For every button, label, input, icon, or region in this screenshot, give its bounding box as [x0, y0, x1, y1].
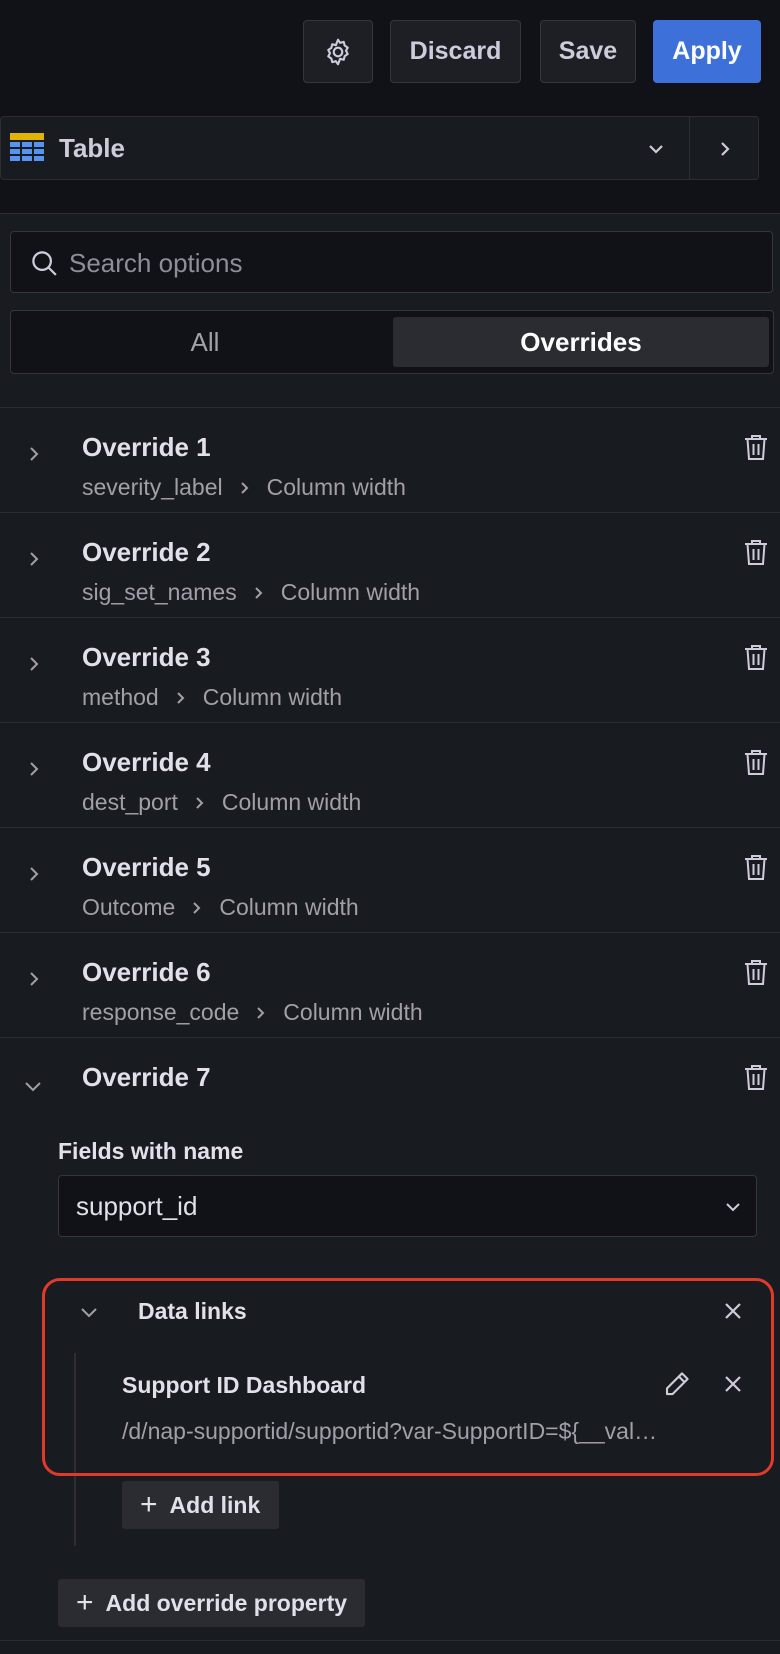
chevron-right-icon[interactable]	[26, 866, 42, 882]
add-override-property-button[interactable]: + Add override property	[58, 1579, 365, 1627]
visualization-picker[interactable]: Table	[0, 116, 759, 180]
trash-icon[interactable]	[744, 854, 768, 881]
override-summary: response_code Column width	[82, 999, 423, 1026]
field-name-value: support_id	[76, 1191, 198, 1221]
plus-icon: +	[140, 1488, 158, 1521]
settings-button[interactable]	[303, 20, 373, 83]
override-property: Column width	[202, 684, 343, 710]
gear-icon	[322, 36, 354, 68]
discard-button[interactable]: Discard	[390, 20, 521, 83]
matcher-label: Fields with name	[58, 1138, 244, 1164]
override-row[interactable]: Override 5 Outcome Column width	[0, 827, 780, 932]
override-summary: dest_port Column width	[82, 789, 361, 816]
override-row-expanded[interactable]: Override 7	[0, 1037, 780, 1142]
plus-icon: +	[76, 1586, 94, 1619]
chevron-right-icon[interactable]	[26, 551, 42, 567]
chevron-right-icon	[253, 586, 265, 600]
override-field: response_code	[82, 999, 240, 1025]
override-property: Column width	[221, 789, 362, 815]
add-override-property-label: Add override property	[105, 1589, 348, 1616]
chevron-down-icon	[724, 1199, 742, 1215]
override-summary: severity_label Column width	[82, 474, 406, 501]
override-field: method	[82, 684, 159, 710]
add-link-label: Add link	[169, 1491, 261, 1518]
highlight-annotation	[42, 1278, 774, 1476]
table-icon	[10, 133, 44, 165]
chevron-down-icon[interactable]	[24, 1078, 42, 1094]
add-link-button[interactable]: + Add link	[122, 1481, 279, 1529]
override-field: sig_set_names	[82, 579, 237, 605]
override-property: Column width	[219, 894, 359, 920]
chevron-right-icon	[191, 901, 203, 915]
override-title: Override 3	[82, 642, 211, 672]
chevron-right-icon[interactable]	[715, 139, 735, 159]
chevron-right-icon	[255, 1006, 267, 1020]
chevron-right-icon	[239, 481, 251, 495]
search-icon	[29, 248, 59, 278]
override-title: Override 5	[82, 852, 211, 882]
override-title: Override 1	[82, 432, 211, 462]
override-row[interactable]: Override 3 method Column width	[0, 617, 780, 722]
override-title: Override 7	[82, 1062, 211, 1092]
field-name-select[interactable]: support_id	[58, 1175, 757, 1237]
trash-icon[interactable]	[744, 959, 768, 986]
divider	[689, 117, 690, 179]
override-row[interactable]: Override 6 response_code Column width	[0, 932, 780, 1037]
override-title: Override 2	[82, 537, 211, 567]
override-field: Outcome	[82, 894, 176, 920]
override-row[interactable]: Override 2 sig_set_names Column width	[0, 512, 780, 617]
tab-overrides[interactable]: Overrides	[393, 317, 769, 367]
chevron-right-icon	[175, 691, 187, 705]
trash-icon[interactable]	[744, 539, 768, 566]
tab-all[interactable]: All	[17, 317, 393, 367]
override-property: Column width	[283, 999, 423, 1025]
override-title: Override 4	[82, 747, 211, 777]
override-property: Column width	[266, 474, 406, 500]
override-summary: Outcome Column width	[82, 894, 359, 921]
save-button[interactable]: Save	[540, 20, 636, 83]
chevron-right-icon	[194, 796, 206, 810]
override-field: severity_label	[82, 474, 223, 500]
override-field: dest_port	[82, 789, 178, 815]
override-row[interactable]: Override 1 severity_label Column width	[0, 407, 780, 512]
divider	[0, 1640, 780, 1641]
override-summary: sig_set_names Column width	[82, 579, 420, 606]
trash-icon[interactable]	[744, 749, 768, 776]
chevron-right-icon[interactable]	[26, 446, 42, 462]
options-tabs: All Overrides	[10, 310, 774, 374]
override-summary: method Column width	[82, 684, 342, 711]
override-property: Column width	[280, 579, 421, 605]
visualization-label: Table	[59, 133, 125, 163]
chevron-down-icon[interactable]	[646, 139, 666, 159]
chevron-right-icon[interactable]	[26, 761, 42, 777]
trash-icon[interactable]	[744, 434, 768, 461]
trash-icon[interactable]	[744, 644, 768, 671]
chevron-right-icon[interactable]	[26, 656, 42, 672]
search-placeholder: Search options	[69, 248, 243, 278]
trash-icon[interactable]	[744, 1064, 768, 1091]
override-title: Override 6	[82, 957, 211, 987]
apply-button[interactable]: Apply	[653, 20, 761, 83]
chevron-right-icon[interactable]	[26, 971, 42, 987]
search-input[interactable]: Search options	[10, 231, 773, 293]
override-row[interactable]: Override 4 dest_port Column width	[0, 722, 780, 827]
